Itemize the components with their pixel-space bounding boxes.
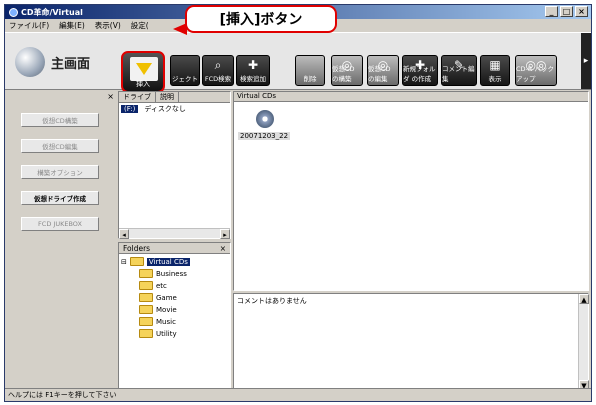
comment-panel: コメントはありません ▲ ▼: [233, 293, 589, 391]
folder-icon: [139, 329, 153, 338]
drive-list-panel: ドライブ 説明 (F:) ディスクなし ◂ ▸: [118, 91, 231, 239]
folders-title-bar: Folders ×: [119, 243, 230, 254]
pencil-icon: ✎: [453, 58, 465, 72]
maximize-button[interactable]: □: [560, 6, 573, 17]
close-button[interactable]: ×: [575, 6, 588, 17]
menu-file[interactable]: ファイル(F): [9, 20, 49, 31]
drive-description: ディスクなし: [144, 105, 186, 113]
comment-edit-button[interactable]: ✎ コメント編集: [441, 55, 477, 86]
search-icon: ⌕: [214, 58, 222, 72]
build-options-button[interactable]: 構築オプション: [21, 165, 99, 179]
home-globe-icon: [15, 47, 45, 77]
tree-folder-business[interactable]: Business: [139, 269, 187, 278]
edit-virtual-cd-button[interactable]: ◎ 仮想CD の編集: [367, 55, 399, 86]
insert-button[interactable]: 挿入: [121, 51, 165, 93]
virtual-cds-panel: Virtual CDs 20071203_22: [233, 91, 589, 291]
column-drive[interactable]: ドライブ: [119, 92, 156, 102]
menu-view[interactable]: 表示(V): [95, 20, 121, 31]
virtual-cds-header: Virtual CDs: [234, 92, 588, 102]
disc-edit-icon: ◎: [377, 58, 389, 72]
drive-list-header: ドライブ 説明: [119, 92, 230, 103]
disc-icon: ◎: [341, 58, 353, 72]
eject-button[interactable]: ジェクト: [170, 55, 200, 86]
new-folder-button[interactable]: ✚ 新規フォルダ の作成: [402, 55, 438, 86]
scroll-left-arrow[interactable]: ◂: [119, 229, 129, 239]
tree-folder-etc[interactable]: etc: [139, 281, 167, 290]
menu-edit[interactable]: 編集(E): [59, 20, 85, 31]
left-pane-close-icon[interactable]: ×: [107, 92, 114, 101]
virtual-cd-name[interactable]: 20071203_22: [238, 132, 291, 140]
folder-icon: [139, 269, 153, 278]
folders-title: Folders: [123, 243, 151, 253]
window-title: CD革命/Virtual: [21, 7, 83, 17]
collapse-icon[interactable]: ⊟: [121, 258, 127, 266]
folder-icon: [139, 317, 153, 326]
column-description[interactable]: 説明: [156, 92, 179, 102]
home-label: 主画面: [51, 56, 91, 72]
folders-close-icon[interactable]: ×: [220, 244, 226, 253]
build-virtual-cd-side-button[interactable]: 仮想CD構築: [21, 113, 99, 127]
insert-label: 挿入: [136, 80, 150, 88]
folder-icon: [139, 281, 153, 290]
drive-row[interactable]: (F:) ディスクなし: [119, 103, 230, 115]
drive-letter: (F:): [121, 105, 139, 113]
comment-text: コメントはありません: [237, 297, 307, 305]
search-add-button[interactable]: ✚ 検索追加: [236, 55, 270, 86]
drive-list-hscrollbar[interactable]: ◂ ▸: [119, 228, 230, 239]
create-virtual-drive-button[interactable]: 仮想ドライブ作成: [21, 191, 99, 205]
toolbar: 主画面 挿入 ジェクト ⌕ FCD検索 ✚ 検索追加 削除 ◎ 仮想CD の構築 ◎ 仮…: [5, 32, 591, 93]
tree-folder-movie[interactable]: Movie: [139, 305, 177, 314]
virtual-cd-icon[interactable]: [256, 110, 274, 128]
cdr-backup-button[interactable]: ◎◎ CD-R バックアップ: [515, 55, 557, 86]
scroll-up-arrow[interactable]: ▲: [579, 294, 589, 304]
minimize-button[interactable]: _: [545, 6, 558, 17]
new-folder-icon: ✚: [414, 58, 426, 72]
tree-root-label: Virtual CDs: [146, 257, 190, 266]
tree-folder-music[interactable]: Music: [139, 317, 176, 326]
fcd-jukebox-button[interactable]: FCD JUKEBOX: [21, 217, 99, 231]
folder-icon: [139, 305, 153, 314]
add-search-icon: ✚: [247, 58, 259, 72]
app-icon: [9, 7, 18, 17]
scroll-right-arrow[interactable]: ▸: [220, 229, 230, 239]
build-virtual-cd-button[interactable]: ◎ 仮想CD の構築: [331, 55, 363, 86]
insert-disc-icon: [130, 57, 158, 81]
status-bar: ヘルプには F1キーを押して下さい: [5, 388, 591, 401]
delete-button[interactable]: 削除: [295, 55, 325, 86]
backup-disc-icon: ◎◎: [525, 58, 547, 72]
status-text: ヘルプには F1キーを押して下さい: [8, 391, 117, 399]
tree-folder-game[interactable]: Game: [139, 293, 177, 302]
left-pane: × 仮想CD構築 仮想CD編集 構築オプション 仮想ドライブ作成 FCD JUK…: [5, 91, 118, 391]
tree-root-virtual-cds[interactable]: ⊟ Virtual CDs: [121, 257, 190, 266]
menu-settings[interactable]: 設定(: [131, 20, 149, 31]
insert-callout: [挿入]ボタン: [173, 5, 337, 35]
tree-folder-utility[interactable]: Utility: [139, 329, 177, 338]
comment-vscrollbar[interactable]: ▲ ▼: [578, 294, 589, 390]
toolbar-scroll-right-button[interactable]: ▸: [581, 33, 591, 89]
view-icon: ▦: [489, 58, 501, 72]
folder-icon: [139, 293, 153, 302]
home-button[interactable]: 主画面: [15, 41, 113, 83]
folders-panel: Folders × ⊟ Virtual CDs Business etc Gam…: [118, 242, 231, 391]
fcd-search-button[interactable]: ⌕ FCD検索: [202, 55, 234, 86]
view-button[interactable]: ▦ 表示: [480, 55, 510, 86]
edit-virtual-cd-side-button[interactable]: 仮想CD編集: [21, 139, 99, 153]
app-window: CD革命/Virtual _ □ × ファイル(F) 編集(E) 表示(V) 設…: [4, 4, 592, 402]
folder-icon: [129, 257, 144, 266]
